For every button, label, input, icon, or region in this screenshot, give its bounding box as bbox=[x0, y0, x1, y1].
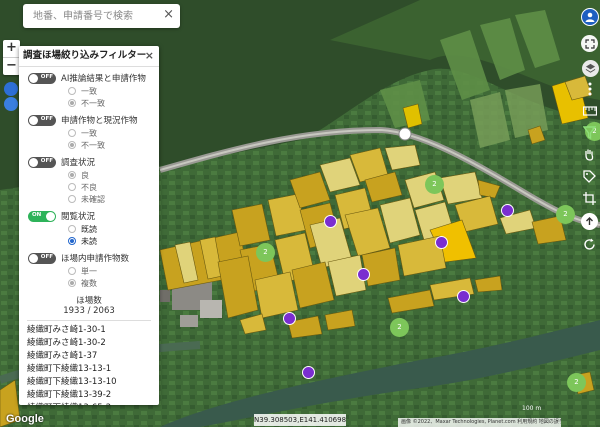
close-icon[interactable]: × bbox=[145, 46, 154, 66]
filter-option[interactable]: 不一致 bbox=[68, 139, 159, 151]
field-marker-icon[interactable] bbox=[302, 366, 315, 379]
list-item[interactable]: 綾織町下綾織13-39-2 bbox=[27, 389, 151, 402]
clear-search-icon[interactable]: × bbox=[163, 7, 174, 22]
filter-option[interactable]: 既読 bbox=[68, 223, 159, 235]
radio-button[interactable] bbox=[68, 195, 76, 203]
filter-option[interactable]: 良 bbox=[68, 169, 159, 181]
field-count-label: ほ場数 bbox=[76, 296, 102, 306]
list-item[interactable]: 綾織町みさ崎1-37 bbox=[27, 350, 151, 363]
filter-option[interactable]: 一致 bbox=[68, 85, 159, 97]
radio-button[interactable] bbox=[68, 99, 76, 107]
more-icon[interactable] bbox=[581, 80, 598, 97]
filter-section: OFF ほ場内申請作物数単一複数 bbox=[28, 251, 159, 289]
filter-option-label: 不良 bbox=[81, 182, 97, 192]
radio-button[interactable] bbox=[68, 225, 76, 233]
filter-option[interactable]: 未確認 bbox=[68, 193, 159, 205]
radio-button[interactable] bbox=[68, 87, 76, 95]
ruler-icon[interactable] bbox=[581, 102, 598, 119]
coordinate-readout: N39.308503,E141.410698 bbox=[254, 414, 347, 426]
list-item[interactable]: 綾織町みさ崎1-30-1 bbox=[27, 324, 151, 337]
filter-option-label: 未確認 bbox=[81, 194, 105, 204]
cluster-badge[interactable]: 2 bbox=[256, 243, 275, 262]
filter-option-label: 複数 bbox=[81, 278, 97, 288]
zoom-control: + − bbox=[3, 40, 20, 75]
field-count-value: 1933 / 2063 bbox=[63, 306, 115, 316]
location-icon[interactable] bbox=[4, 82, 18, 96]
filter-section: ON 閲覧状況既読未読 bbox=[28, 209, 159, 247]
field-marker-icon[interactable] bbox=[501, 204, 514, 217]
filter-option-label: 既読 bbox=[81, 224, 97, 234]
filter-toggle[interactable]: OFF bbox=[28, 252, 56, 264]
filter-section-label: 調査状況 bbox=[61, 158, 96, 168]
filter-option[interactable]: 不良 bbox=[68, 181, 159, 193]
search-input[interactable] bbox=[31, 9, 163, 23]
filter-section-label: 閲覧状況 bbox=[61, 212, 96, 222]
fullscreen-icon[interactable] bbox=[581, 35, 598, 52]
filter-toggle[interactable]: ON bbox=[28, 210, 56, 222]
filter-option-label: 一致 bbox=[81, 86, 97, 96]
filter-section-label: AI推論結果と申請作物 bbox=[61, 74, 146, 84]
radio-button[interactable] bbox=[68, 237, 76, 245]
cluster-badge[interactable]: 2 bbox=[567, 373, 586, 392]
filter-section: OFF AI推論結果と申請作物一致不一致 bbox=[28, 71, 159, 109]
refresh-icon[interactable] bbox=[581, 236, 598, 253]
filter-option[interactable]: 単一 bbox=[68, 265, 159, 277]
filter-option[interactable]: 複数 bbox=[68, 277, 159, 289]
radio-button[interactable] bbox=[68, 141, 76, 149]
radio-button[interactable] bbox=[68, 171, 76, 179]
filter-title: 調査ほ場絞り込みフィルター × bbox=[19, 46, 159, 67]
filter-option-label: 不一致 bbox=[81, 98, 105, 108]
filter-toggle[interactable]: OFF bbox=[28, 114, 56, 126]
filter-option-label: 不一致 bbox=[81, 140, 105, 150]
cluster-badge[interactable]: 2 bbox=[390, 318, 409, 337]
account-icon[interactable] bbox=[581, 8, 599, 26]
filter-option[interactable]: 一致 bbox=[68, 127, 159, 139]
field-marker-icon[interactable] bbox=[435, 236, 448, 249]
filter-panel: 調査ほ場絞り込みフィルター × OFF AI推論結果と申請作物 一致 不一致 OFF 申請… bbox=[19, 46, 159, 405]
cluster-badge[interactable]: 2 bbox=[556, 205, 575, 224]
radio-button[interactable] bbox=[68, 129, 76, 137]
filter-option[interactable]: 不一致 bbox=[68, 97, 159, 109]
list-item[interactable]: 綾織町下綾織13-13-1 bbox=[27, 363, 151, 376]
layers-icon[interactable] bbox=[582, 60, 599, 77]
list-item[interactable]: 綾織町下綾織13-65-2 bbox=[27, 402, 151, 405]
search-box: × bbox=[23, 4, 180, 28]
plot-list: 綾織町みさ崎1-30-1 綾織町みさ崎1-30-2 綾織町みさ崎1-37 綾織町下綾織… bbox=[27, 320, 151, 405]
scale-label: 100 m bbox=[522, 405, 542, 412]
radio-button[interactable] bbox=[68, 183, 76, 191]
navigate-icon[interactable] bbox=[4, 97, 18, 111]
filter-section: OFF 申請作物と現況作物一致不一致 bbox=[28, 113, 159, 151]
filter-option[interactable]: 未読 bbox=[68, 235, 159, 247]
filter-option-label: 良 bbox=[81, 170, 89, 180]
radio-button[interactable] bbox=[68, 267, 76, 275]
filter-section-label: ほ場内申請作物数 bbox=[61, 254, 130, 264]
zoom-in-button[interactable]: + bbox=[3, 40, 20, 57]
google-logo: Google bbox=[6, 413, 44, 425]
field-marker-icon[interactable] bbox=[457, 290, 470, 303]
filter-option-label: 一致 bbox=[81, 128, 97, 138]
cluster-badge[interactable]: 2 bbox=[425, 175, 444, 194]
filter-option-label: 未読 bbox=[81, 236, 97, 246]
filter-section: OFF 調査状況良不良未確認 bbox=[28, 155, 159, 205]
map-attribution[interactable]: 画像 ©2022、Maxar Technologies, Planet.com … bbox=[398, 418, 561, 427]
list-item[interactable]: 綾織町下綾織13-13-10 bbox=[27, 376, 151, 389]
filter-option-label: 単一 bbox=[81, 266, 97, 276]
filter-toggle[interactable]: OFF bbox=[28, 156, 56, 168]
crop-icon[interactable] bbox=[581, 190, 598, 207]
field-marker-icon[interactable] bbox=[283, 312, 296, 325]
hand-icon[interactable] bbox=[581, 146, 598, 163]
radio-button[interactable] bbox=[68, 279, 76, 287]
zoom-out-button[interactable]: − bbox=[3, 57, 20, 75]
filter-icon[interactable] bbox=[581, 124, 598, 141]
upload-icon[interactable] bbox=[581, 213, 598, 230]
field-marker-icon[interactable] bbox=[357, 268, 370, 281]
field-marker-icon[interactable] bbox=[324, 215, 337, 228]
list-item[interactable]: 綾織町みさ崎1-30-2 bbox=[27, 337, 151, 350]
filter-toggle[interactable]: OFF bbox=[28, 72, 56, 84]
filter-section-label: 申請作物と現況作物 bbox=[61, 116, 138, 126]
tag-icon[interactable] bbox=[581, 168, 598, 185]
